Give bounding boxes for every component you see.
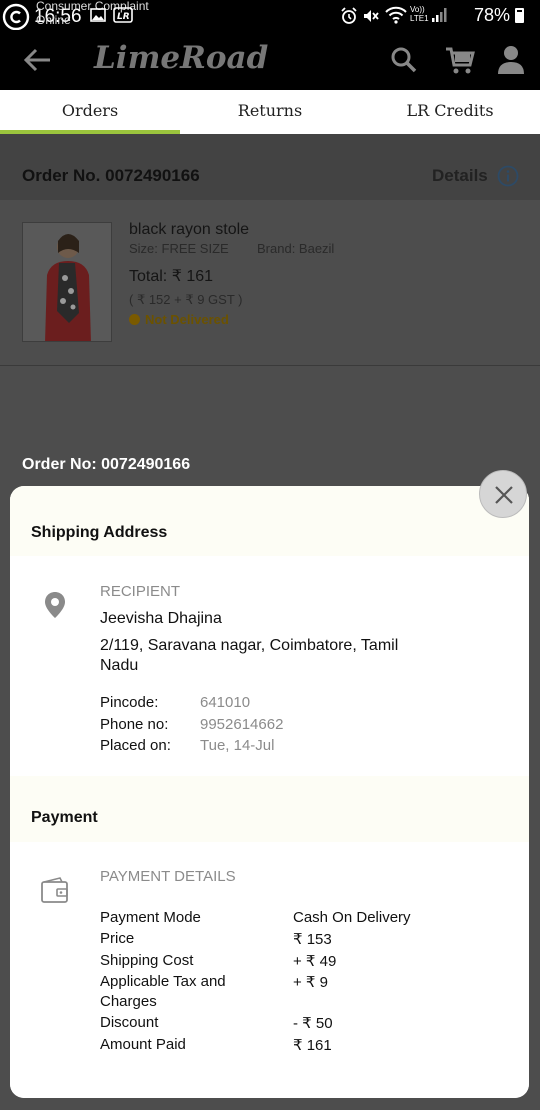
product-size: Size: FREE SIZE [129, 241, 229, 256]
location-pin-icon [45, 592, 65, 618]
product-image [22, 222, 112, 342]
battery-icon [515, 8, 524, 23]
order-details-sheet: Shipping Address RECIPIENT Jeevisha Dhaj… [10, 486, 529, 1098]
amount-paid-value: ₹ 161 [293, 1037, 332, 1054]
cart-icon[interactable] [444, 44, 476, 76]
profile-icon[interactable] [496, 44, 526, 76]
shipping-cost-label: Shipping Cost [100, 952, 194, 969]
app-bar: LimeRoad [0, 30, 540, 90]
signal-icon [432, 8, 447, 22]
tab-orders[interactable]: Orders [0, 90, 180, 134]
wifi-icon [385, 6, 407, 24]
recipient-label: RECIPIENT [100, 583, 181, 600]
price-value: ₹ 153 [293, 931, 332, 948]
back-arrow-icon[interactable] [22, 46, 52, 74]
limeroad-notification-icon: LR [113, 7, 133, 23]
notification-subtitle: Online [36, 13, 71, 27]
status-bar: 16:56 Consumer Complaint Online LR Vo)) … [0, 0, 540, 31]
volte-label: Vo)) [410, 5, 425, 14]
payment-mode-label: Payment Mode [100, 909, 201, 926]
tab-lr-credits[interactable]: LR Credits [360, 90, 540, 134]
address-line-2: Nadu [100, 657, 139, 674]
order-number: Order No. 0072490166 [22, 166, 200, 185]
close-button[interactable] [479, 470, 527, 518]
payment-mode-value: Cash On Delivery [293, 909, 411, 926]
details-link[interactable]: Details [432, 166, 488, 186]
product-brand: Brand: Baezil [257, 241, 335, 256]
placed-on-label: Placed on: [100, 737, 171, 754]
product-total: Total: ₹ 161 [129, 268, 214, 285]
phone-value: 9952614662 [200, 716, 284, 733]
search-icon[interactable] [388, 44, 420, 76]
mute-icon [364, 10, 379, 22]
product-name: black rayon stole [129, 221, 250, 238]
recipient-name: Jeevisha Dhajina [100, 610, 222, 627]
tax-label: Applicable Tax and [100, 973, 226, 990]
price-breakup: ( ₹ 152 + ₹ 9 GST ) [129, 292, 243, 307]
svg-text:LR: LR [117, 12, 130, 22]
info-icon[interactable] [497, 165, 519, 187]
delivery-status: Not Delivered [145, 312, 229, 327]
alarm-icon [341, 7, 357, 24]
payment-details-label: PAYMENT DETAILS [100, 868, 236, 885]
battery-percent: 78% [473, 5, 510, 25]
tab-returns[interactable]: Returns [180, 90, 360, 134]
network-label: LTE1 [410, 14, 429, 23]
modal-order-number: Order No: 0072490166 [22, 456, 191, 473]
pincode-value: 641010 [200, 694, 251, 711]
payment-title: Payment [31, 809, 98, 826]
brand-logo: LimeRoad [94, 40, 269, 76]
price-label: Price [100, 930, 135, 947]
placed-on-value: Tue, 14-Jul [200, 737, 275, 754]
shipping-cost-value: + ₹ 49 [293, 953, 337, 970]
shipping-title: Shipping Address [31, 524, 168, 541]
status-dot-icon [129, 314, 140, 325]
order-item-card[interactable]: black rayon stole Size: FREE SIZE Brand:… [0, 200, 540, 366]
gallery-icon [90, 8, 106, 22]
wallet-icon [41, 877, 68, 903]
address-line-1: 2/119, Saravana nagar, Coimbatore, Tamil [100, 637, 399, 654]
copyright-app-icon [2, 3, 30, 31]
discount-label: Discount [100, 1014, 159, 1031]
tax-label-line2: Charges [100, 993, 157, 1010]
discount-value: - ₹ 50 [293, 1015, 333, 1032]
payment-section-header: Payment [10, 776, 529, 842]
payment-section-body [10, 842, 529, 1098]
amount-paid-label: Amount Paid [100, 1036, 186, 1053]
order-header: Order No. 0072490166 Details [0, 134, 540, 200]
shipping-section-header: Shipping Address [10, 486, 529, 556]
phone-label: Phone no: [100, 716, 169, 733]
tax-value: + ₹ 9 [293, 974, 328, 991]
close-icon [495, 486, 513, 504]
pincode-label: Pincode: [100, 694, 159, 711]
tab-bar: Orders Returns LR Credits [0, 90, 540, 134]
